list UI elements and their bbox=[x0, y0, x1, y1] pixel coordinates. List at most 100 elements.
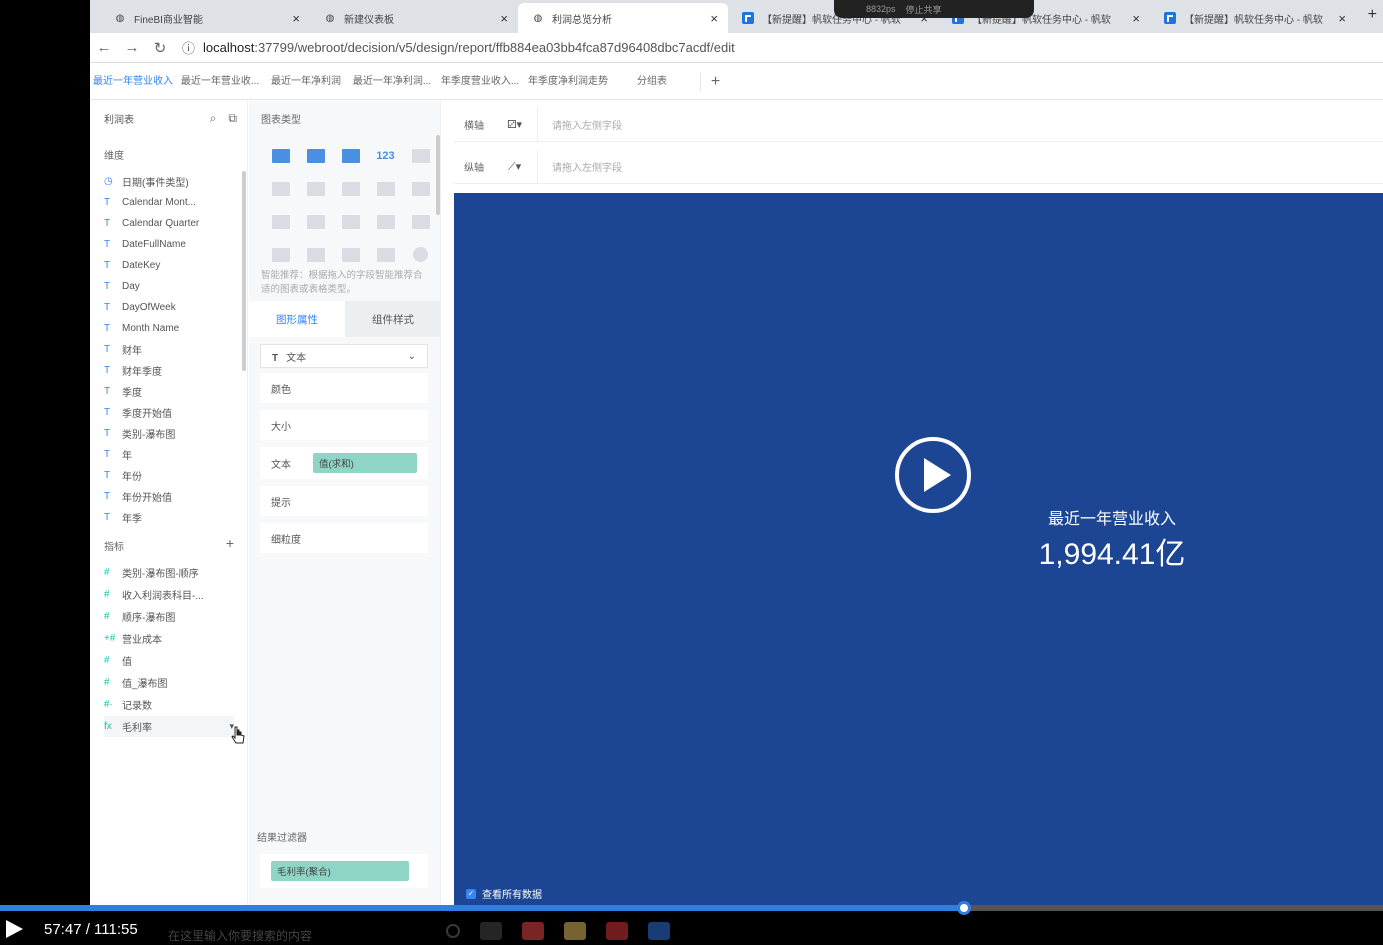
dimension-field[interactable]: T DateKey bbox=[104, 255, 234, 276]
axis-type-icon[interactable]: ⚂▾ bbox=[492, 107, 538, 142]
close-icon[interactable]: × bbox=[710, 11, 718, 26]
tab-component-style[interactable]: 组件样式 bbox=[345, 301, 441, 337]
property-tabs: 图形属性 组件样式 bbox=[249, 301, 441, 337]
scrollbar[interactable] bbox=[242, 171, 246, 371]
measure-field[interactable]: # 收入利润表科目-... bbox=[104, 584, 234, 605]
chart-type-icon[interactable] bbox=[263, 172, 298, 205]
close-icon[interactable]: × bbox=[500, 11, 508, 26]
report-tab[interactable]: 最近一年营业收入 bbox=[90, 64, 176, 100]
chart-type-icon[interactable] bbox=[298, 172, 333, 205]
add-report-tab-button[interactable]: + bbox=[700, 72, 730, 91]
result-filter-box[interactable]: 毛利率(聚合) bbox=[260, 854, 428, 888]
video-progress-knob[interactable] bbox=[956, 901, 971, 915]
chart-type-icon[interactable] bbox=[333, 172, 368, 205]
dimension-field[interactable]: ◷ 日期(事件类型) bbox=[104, 171, 234, 192]
video-play-overlay-icon[interactable] bbox=[895, 437, 971, 513]
back-icon[interactable]: ← bbox=[90, 39, 118, 56]
dimension-field[interactable]: T 财年 bbox=[104, 339, 234, 360]
report-tab[interactable]: 最近一年营业收... bbox=[176, 64, 264, 100]
tab-graphic-properties[interactable]: 图形属性 bbox=[249, 301, 345, 337]
size-property[interactable]: 大小 bbox=[260, 410, 428, 440]
measure-field[interactable]: #· 记录数 bbox=[104, 694, 234, 715]
filter-pill[interactable]: 毛利率(聚合) bbox=[271, 861, 409, 881]
dimension-field[interactable]: T 财年季度 bbox=[104, 360, 234, 381]
report-tab[interactable]: 最近一年净利润... bbox=[348, 64, 436, 100]
info-icon[interactable]: ⓘ bbox=[182, 38, 195, 57]
x-axis-drop-zone[interactable]: 请拖入左侧字段 bbox=[538, 117, 622, 132]
report-tab[interactable]: 最近一年净利润 bbox=[264, 64, 348, 100]
measure-field[interactable]: fx 毛利率 ▾ bbox=[104, 716, 234, 737]
field-label: 年份开始值 bbox=[122, 493, 172, 504]
text-type-icon: T bbox=[104, 386, 111, 397]
chart-type-kpi-icon[interactable]: 123 bbox=[368, 139, 403, 172]
dimension-field[interactable]: T 年份开始值 bbox=[104, 486, 234, 507]
dimension-field[interactable]: T DayOfWeek bbox=[104, 297, 234, 318]
chart-type-bar-icon[interactable] bbox=[368, 172, 403, 205]
text-property[interactable]: 文本 值(求和) bbox=[260, 447, 428, 479]
dimension-field[interactable]: T 类别-瀑布图 bbox=[104, 423, 234, 444]
measure-field[interactable]: +# 营业成本 bbox=[104, 628, 234, 649]
measure-field[interactable]: # 值 bbox=[104, 650, 234, 671]
dimension-field[interactable]: T 季度开始值 bbox=[104, 402, 234, 423]
dimension-field[interactable]: T 年份 bbox=[104, 465, 234, 486]
tooltip-property[interactable]: 提示 bbox=[260, 486, 428, 516]
new-tab-button[interactable]: + bbox=[1368, 6, 1377, 24]
y-axis-drop-zone[interactable]: 请拖入左侧字段 bbox=[538, 159, 622, 174]
chart-type-grid-icon[interactable] bbox=[403, 139, 438, 172]
chart-type-column-icon[interactable] bbox=[403, 172, 438, 205]
search-icon[interactable]: ⌕ bbox=[210, 111, 217, 126]
report-tab[interactable]: 年季度营业收入... bbox=[436, 64, 524, 100]
stop-share-button[interactable]: 停止共享 bbox=[906, 3, 942, 16]
play-icon[interactable] bbox=[6, 920, 23, 938]
chart-type-icon[interactable] bbox=[368, 205, 403, 238]
chart-type-icon[interactable] bbox=[403, 205, 438, 238]
close-icon[interactable]: × bbox=[1338, 11, 1346, 26]
checkbox-checked-icon[interactable]: ✓ bbox=[466, 888, 476, 899]
dimension-field[interactable]: T DateFullName bbox=[104, 234, 234, 255]
reload-icon[interactable]: ↻ bbox=[146, 39, 174, 57]
chart-type-crosstable-icon[interactable] bbox=[298, 139, 333, 172]
forward-icon[interactable]: → bbox=[118, 39, 146, 56]
dimension-field[interactable]: T年 bbox=[104, 444, 234, 465]
chart-type-icon[interactable] bbox=[263, 205, 298, 238]
browser-tab[interactable]: ◍ 新建仪表板 × bbox=[310, 3, 518, 33]
browser-tab-active[interactable]: ◍ 利润总览分析 × bbox=[518, 3, 728, 33]
color-property[interactable]: 颜色 bbox=[260, 373, 428, 403]
measure-field[interactable]: # 值_瀑布图 bbox=[104, 672, 234, 693]
text-value-pill[interactable]: 值(求和) bbox=[313, 453, 417, 473]
chart-type-icon[interactable] bbox=[333, 238, 368, 271]
dimension-field[interactable]: T Month Name bbox=[104, 318, 234, 339]
chart-type-line-icon[interactable] bbox=[333, 205, 368, 238]
dimension-field[interactable]: T Calendar Quarter bbox=[104, 213, 234, 234]
mark-type-select[interactable]: T 文本 ⌄ bbox=[260, 344, 428, 368]
url-field[interactable]: ⓘ localhost:37799/webroot/decision/v5/de… bbox=[182, 38, 735, 57]
text-type-icon: T bbox=[104, 491, 111, 502]
chart-type-icon[interactable] bbox=[298, 238, 333, 271]
chart-type-icon[interactable] bbox=[368, 238, 403, 271]
chart-type-pie-icon[interactable] bbox=[403, 238, 438, 271]
axis-type-icon[interactable]: ⟋▾ bbox=[492, 149, 538, 184]
dimension-field[interactable]: T Calendar Mont... bbox=[104, 192, 234, 213]
chart-type-scatter-icon[interactable] bbox=[298, 205, 333, 238]
dimension-field[interactable]: T 年季 bbox=[104, 507, 234, 528]
report-tab[interactable]: 分组表 bbox=[612, 64, 692, 100]
view-all-data-toggle[interactable]: ✓ 查看所有数据 bbox=[466, 886, 542, 901]
text-type-icon: T bbox=[104, 197, 111, 208]
close-icon[interactable]: × bbox=[1132, 11, 1140, 26]
browser-tab[interactable]: 【新提醒】帆软任务中心 - 帆软 × bbox=[1150, 3, 1356, 33]
dimension-field[interactable]: T 季度 bbox=[104, 381, 234, 402]
measure-field[interactable]: # 类别-瀑布图-顺序 bbox=[104, 562, 234, 583]
report-tab[interactable]: 年季度净利润走势 bbox=[524, 64, 612, 100]
add-measure-icon[interactable]: + bbox=[226, 536, 234, 553]
measure-field[interactable]: # 顺序-瀑布图 bbox=[104, 606, 234, 627]
scrollbar[interactable] bbox=[436, 135, 440, 215]
chart-type-table-icon[interactable] bbox=[263, 139, 298, 172]
chart-type-detailtable-icon[interactable] bbox=[333, 139, 368, 172]
granularity-property[interactable]: 细粒度 bbox=[260, 523, 428, 553]
switch-table-icon[interactable]: ⧉ bbox=[228, 111, 237, 126]
chart-type-area-icon[interactable] bbox=[263, 238, 298, 271]
close-icon[interactable]: × bbox=[292, 11, 300, 26]
video-progress-track[interactable] bbox=[0, 901, 1383, 915]
dimension-field[interactable]: T Day bbox=[104, 276, 234, 297]
browser-tab[interactable]: ◍ FineBI商业智能 × bbox=[100, 3, 310, 33]
